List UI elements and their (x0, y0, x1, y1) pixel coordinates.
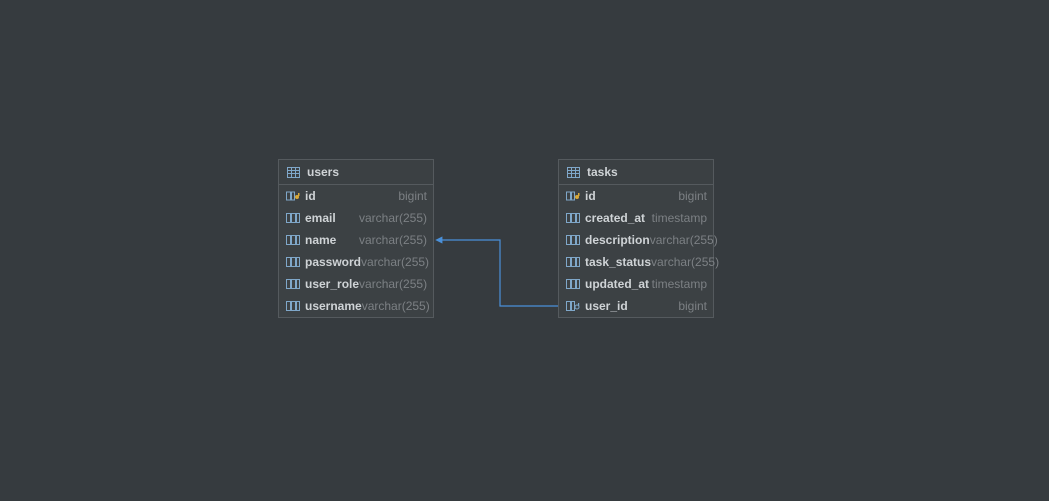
table-tasks[interactable]: tasks id bigint crea (558, 159, 714, 318)
column-row[interactable]: description varchar(255) (559, 229, 713, 251)
column-type: varchar(255) (650, 233, 718, 247)
column-row[interactable]: user_id bigint (559, 295, 713, 317)
column-name: id (581, 189, 678, 203)
column-row[interactable]: task_status varchar(255) (559, 251, 713, 273)
column-type: varchar(255) (359, 233, 427, 247)
column-row[interactable]: user_role varchar(255) (279, 273, 433, 295)
column-icon (565, 278, 581, 290)
relation-arrow (0, 0, 1049, 501)
column-icon (565, 256, 581, 268)
column-icon (285, 300, 301, 312)
column-type: varchar(255) (359, 277, 427, 291)
pk-icon (565, 190, 581, 202)
column-name: created_at (581, 211, 652, 225)
column-type: varchar(255) (359, 211, 427, 225)
table-header-tasks[interactable]: tasks (559, 160, 713, 185)
column-type: varchar(255) (361, 255, 429, 269)
table-title-users: users (301, 165, 339, 179)
column-row[interactable]: created_at timestamp (559, 207, 713, 229)
column-name: description (581, 233, 650, 247)
column-name: task_status (581, 255, 651, 269)
column-row[interactable]: name varchar(255) (279, 229, 433, 251)
pk-icon (285, 190, 301, 202)
er-diagram-canvas[interactable]: users id bigint emai (0, 0, 1049, 501)
column-icon (565, 234, 581, 246)
column-name: user_role (301, 277, 359, 291)
column-row[interactable]: updated_at timestamp (559, 273, 713, 295)
column-row[interactable]: email varchar(255) (279, 207, 433, 229)
column-icon (285, 212, 301, 224)
column-type: bigint (678, 189, 707, 203)
column-type: timestamp (652, 211, 707, 225)
column-icon (565, 212, 581, 224)
column-row[interactable]: id bigint (559, 185, 713, 207)
column-type: varchar(255) (651, 255, 719, 269)
column-icon (285, 256, 301, 268)
column-icon (285, 278, 301, 290)
column-row[interactable]: id bigint (279, 185, 433, 207)
fk-icon (565, 300, 581, 312)
column-type: bigint (398, 189, 427, 203)
column-name: username (301, 299, 362, 313)
column-type: bigint (678, 299, 707, 313)
column-name: user_id (581, 299, 678, 313)
column-name: email (301, 211, 359, 225)
column-row[interactable]: username varchar(255) (279, 295, 433, 317)
column-row[interactable]: password varchar(255) (279, 251, 433, 273)
table-icon (565, 167, 581, 178)
table-users[interactable]: users id bigint emai (278, 159, 434, 318)
column-name: updated_at (581, 277, 652, 291)
column-name: password (301, 255, 361, 269)
column-icon (285, 234, 301, 246)
table-header-users[interactable]: users (279, 160, 433, 185)
table-title-tasks: tasks (581, 165, 618, 179)
table-icon (285, 167, 301, 178)
column-type: varchar(255) (362, 299, 430, 313)
column-type: timestamp (652, 277, 707, 291)
column-name: name (301, 233, 359, 247)
column-name: id (301, 189, 398, 203)
